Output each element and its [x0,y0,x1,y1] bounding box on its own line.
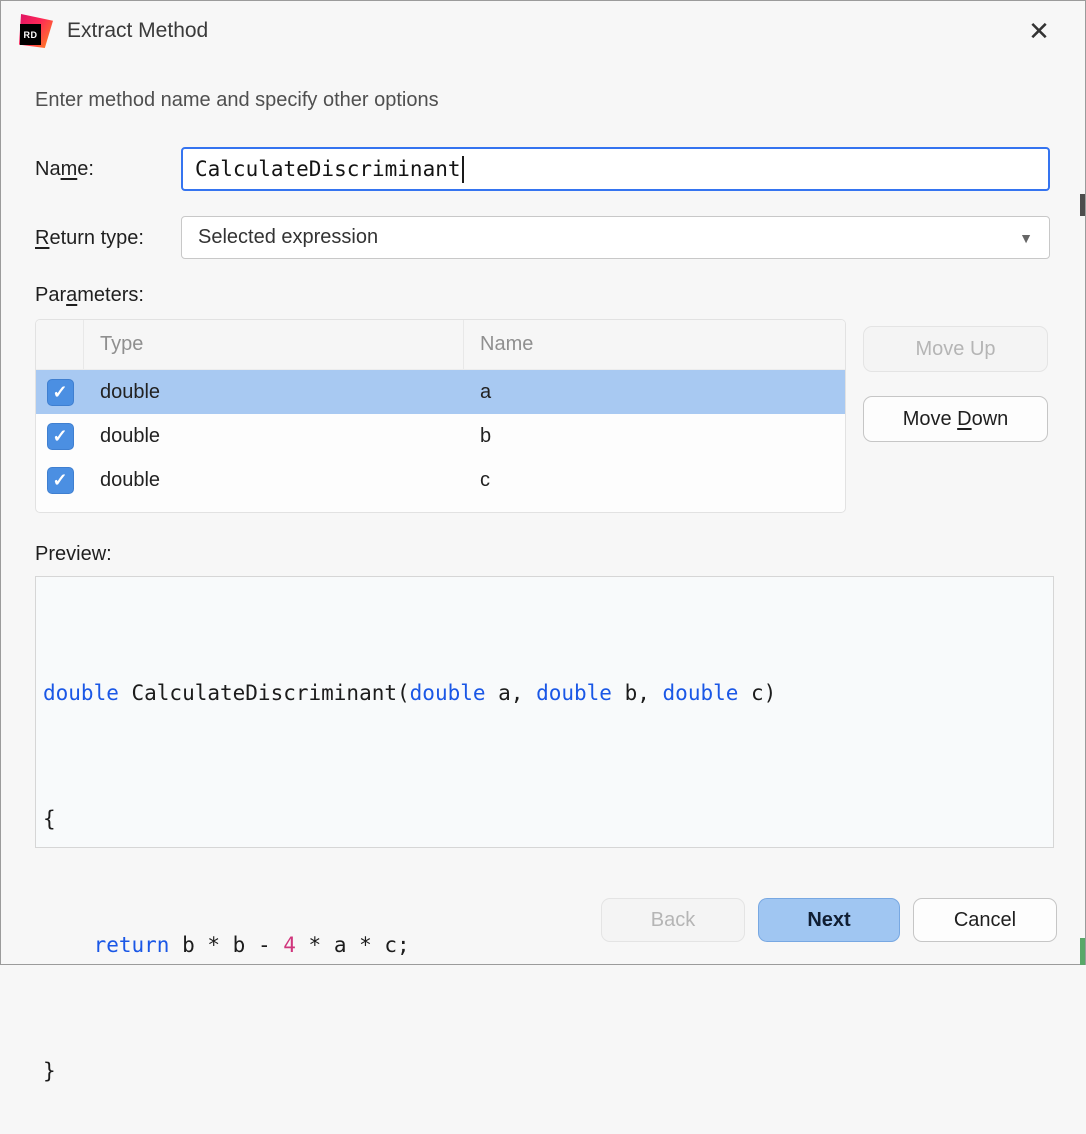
checked-checkbox[interactable]: ✓ [47,379,74,406]
cancel-button[interactable]: Cancel [913,898,1057,942]
code-token: double [536,681,612,705]
code-token: b, [612,681,663,705]
move-up-button[interactable]: Move Up [863,326,1048,372]
parameters-table: Type Name ✓ double a ✓ double b ✓ double… [35,319,846,513]
type-cell: double [84,370,464,414]
header-type-column: Type [84,320,464,369]
table-row[interactable]: ✓ double c [36,458,845,502]
check-icon: ✓ [52,382,67,403]
checkbox-cell: ✓ [36,370,84,414]
label-text: meters: [77,284,144,306]
code-token [43,933,94,957]
next-button[interactable]: Next [758,898,900,942]
checkbox-cell: ✓ [36,458,84,502]
code-token: b * b - [169,933,283,957]
method-name-input[interactable]: CalculateDiscriminant [181,147,1050,191]
name-cell: c [464,458,845,502]
code-token: double [663,681,739,705]
label-mnemonic: R [35,227,49,249]
table-row[interactable]: ✓ double b [36,414,845,458]
chevron-down-icon: ▼ [1019,230,1033,246]
code-token: } [43,1059,56,1083]
code-line: { [43,798,1053,840]
table-header-row: Type Name [36,320,845,370]
label-text: own [972,408,1009,431]
code-token: c) [738,681,776,705]
label-text: Par [35,284,66,306]
text-caret [462,156,464,183]
checked-checkbox[interactable]: ✓ [47,467,74,494]
method-name-value: CalculateDiscriminant [195,157,461,181]
header-name-column: Name [464,320,845,369]
type-cell: double [84,458,464,502]
code-token: 4 [283,933,296,957]
name-label: Name: [35,158,94,181]
return-type-dropdown[interactable]: Selected expression ▼ [181,216,1050,259]
header-checkbox-column [36,320,84,369]
code-line: double CalculateDiscriminant(double a, d… [43,672,1053,714]
check-icon: ✓ [52,470,67,491]
check-icon: ✓ [52,426,67,447]
code-token: double [43,681,119,705]
code-token: a, [486,681,537,705]
label-text: Move [903,408,957,431]
code-line: } [43,1050,1053,1092]
title-bar: RD Extract Method [19,14,208,48]
return-type-value: Selected expression [198,226,378,249]
checked-checkbox[interactable]: ✓ [47,423,74,450]
preview-label: Preview: [35,543,112,566]
label-text: e: [77,158,94,180]
label-mnemonic: m [61,158,78,180]
window-title: Extract Method [67,19,208,43]
code-preview: double CalculateDiscriminant(double a, d… [35,576,1054,848]
dialog-subtitle: Enter method name and specify other opti… [35,89,439,112]
label-mnemonic: D [957,408,971,431]
rider-logo-icon: RD [19,14,53,48]
type-cell: double [84,414,464,458]
rider-logo-text: RD [20,24,41,45]
window-edge-artifact-green [1080,938,1085,965]
window-edge-artifact-dark [1080,194,1085,216]
code-line: return b * b - 4 * a * c; [43,924,1053,966]
checkbox-cell: ✓ [36,414,84,458]
code-token: * a * c; [296,933,410,957]
back-button[interactable]: Back [601,898,745,942]
table-row[interactable]: ✓ double a [36,370,845,414]
code-token: CalculateDiscriminant( [119,681,410,705]
code-token: { [43,807,56,831]
parameters-label: Parameters: [35,284,144,307]
code-token: double [410,681,486,705]
close-icon[interactable]: ✕ [1021,13,1057,49]
label-text: eturn type: [49,227,144,249]
extract-method-dialog: { "window": { "title": "Extract Method",… [0,0,1086,965]
label-mnemonic: a [66,284,77,306]
code-token: return [94,933,170,957]
label-text: Na [35,158,61,180]
name-cell: a [464,370,845,414]
move-down-button[interactable]: Move Down [863,396,1048,442]
name-cell: b [464,414,845,458]
return-type-label: Return type: [35,227,144,250]
